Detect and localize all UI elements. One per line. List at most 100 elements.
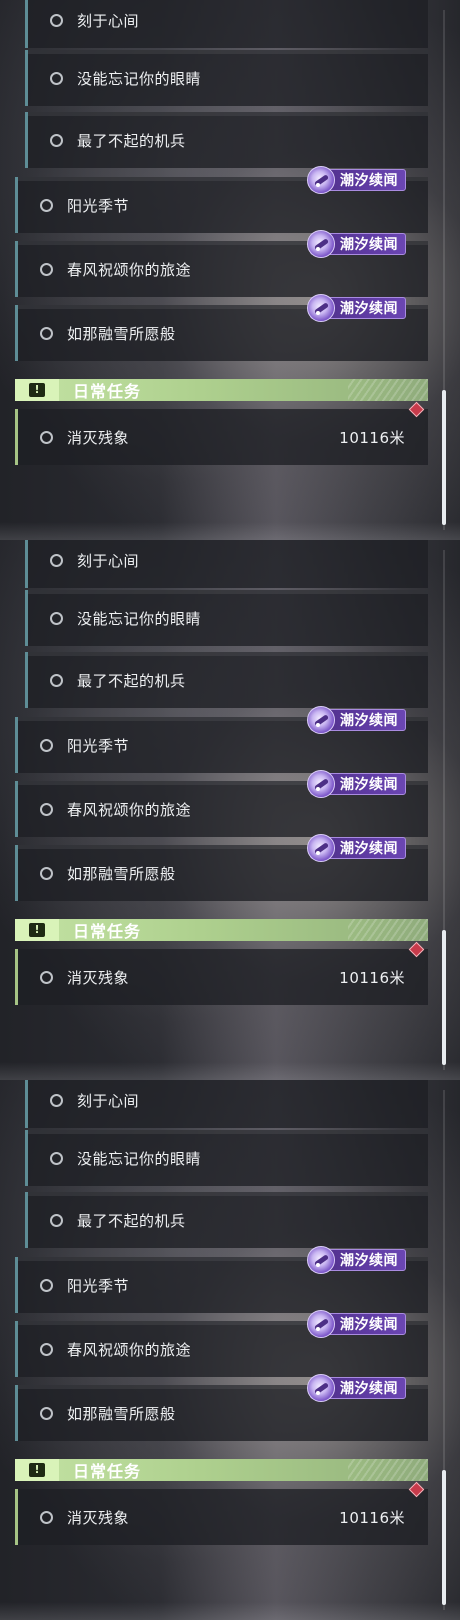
exclamation-icon: ! [29, 383, 45, 397]
daily-tasks-title: 日常任务 [73, 922, 142, 941]
event-badge-label: 潮汐续闻 [340, 237, 398, 253]
quest-status-circle-icon [50, 673, 63, 687]
quest-label: 最了不起的机兵 [77, 671, 186, 690]
quest-panel: 刻于心间 没能忘记你的眼睛 最了不起的机兵 阳光季节 潮汐续闻 春风祝颂你的旅途 潮汐续闻如… [0, 1080, 460, 1620]
quest-item[interactable]: 如那融雪所愿般 潮汐续闻 [15, 834, 428, 901]
exclamation-icon: ! [29, 923, 45, 937]
quest-item[interactable]: 阳光季节 潮汐续闻 [15, 166, 428, 233]
quest-status-circle-icon [40, 326, 53, 340]
quest-label: 阳光季节 [67, 1276, 130, 1295]
quest-status-circle-icon [50, 13, 63, 27]
tide-event-icon [307, 1310, 335, 1338]
map-marker-icon [408, 941, 425, 958]
quest-status-circle-icon [50, 71, 63, 85]
quest-item-divider [28, 590, 428, 594]
quest-item[interactable]: 没能忘记你的眼睛 [25, 1130, 428, 1186]
quest-status-circle-icon [40, 802, 53, 816]
event-badge[interactable]: 潮汐续闻 [307, 770, 406, 798]
quest-label: 春风祝颂你的旅途 [67, 1340, 192, 1359]
quest-status-circle-icon [40, 1278, 53, 1292]
quest-distance: 10116米 [339, 1509, 405, 1527]
quest-item[interactable]: 春风祝颂你的旅途 潮汐续闻 [15, 1310, 428, 1377]
quest-status-circle-icon [40, 1342, 53, 1356]
event-badge[interactable]: 潮汐续闻 [307, 834, 406, 862]
scrollbar-thumb[interactable] [442, 1470, 446, 1605]
daily-quest-item[interactable]: 消灭残象 10116米 [15, 1481, 428, 1545]
quest-status-circle-icon [40, 866, 53, 880]
daily-alert-box: ! [15, 379, 59, 401]
quest-status-circle-icon [50, 1213, 63, 1227]
daily-quest-label: 消灭残象 [67, 428, 130, 447]
event-badge[interactable]: 潮汐续闻 [307, 1246, 406, 1274]
quest-label: 最了不起的机兵 [77, 1211, 186, 1230]
event-badge[interactable]: 潮汐续闻 [307, 230, 406, 258]
daily-alert-box: ! [15, 919, 59, 941]
quest-label: 如那融雪所愿般 [67, 864, 176, 883]
quest-status-circle-icon [40, 1406, 53, 1420]
quest-status-circle-icon [40, 970, 53, 984]
quest-label: 刻于心间 [77, 551, 140, 570]
quest-status-circle-icon [50, 1151, 63, 1165]
tide-event-icon [307, 770, 335, 798]
quest-item[interactable]: 如那融雪所愿般 潮汐续闻 [15, 294, 428, 361]
quest-item[interactable]: 刻于心间 [25, 0, 428, 48]
event-badge-label: 潮汐续闻 [340, 1381, 398, 1397]
quest-item[interactable]: 没能忘记你的眼睛 [25, 50, 428, 106]
quest-panel: 刻于心间 没能忘记你的眼睛 最了不起的机兵 阳光季节 潮汐续闻 春风祝颂你的旅途 潮汐续闻如… [0, 540, 460, 1080]
event-badge-label: 潮汐续闻 [340, 1253, 398, 1269]
quest-label: 刻于心间 [77, 1091, 140, 1110]
quest-item[interactable]: 刻于心间 [25, 540, 428, 588]
tide-event-icon [307, 706, 335, 734]
daily-quest-item[interactable]: 消灭残象 10116米 [15, 941, 428, 1005]
quest-item[interactable]: 最了不起的机兵 [25, 1192, 428, 1248]
daily-tasks-header[interactable]: ! 日常任务 [15, 1459, 428, 1481]
quest-status-circle-icon [50, 1093, 63, 1107]
quest-status-circle-icon [40, 738, 53, 752]
quest-status-circle-icon [40, 198, 53, 212]
quest-item[interactable]: 刻于心间 [25, 1080, 428, 1128]
quest-label: 如那融雪所愿般 [67, 1404, 176, 1423]
scrollbar-thumb[interactable] [442, 930, 446, 1065]
tide-event-icon [307, 1374, 335, 1402]
quest-item[interactable]: 如那融雪所愿般 潮汐续闻 [15, 1374, 428, 1441]
quest-label: 阳光季节 [67, 736, 130, 755]
daily-tasks-title: 日常任务 [73, 382, 142, 401]
exclamation-icon: ! [29, 1463, 45, 1477]
quest-item-divider [28, 1130, 428, 1134]
quest-label: 没能忘记你的眼睛 [77, 69, 202, 88]
event-badge-label: 潮汐续闻 [340, 1317, 398, 1333]
daily-tasks-header[interactable]: ! 日常任务 [15, 919, 428, 941]
daily-quest-label: 消灭残象 [67, 1508, 130, 1527]
daily-quest-item[interactable]: 消灭残象 10116米 [15, 401, 428, 465]
daily-tasks-header[interactable]: ! 日常任务 [15, 379, 428, 401]
event-badge[interactable]: 潮汐续闻 [307, 294, 406, 322]
tide-event-icon [307, 1246, 335, 1274]
tide-event-icon [307, 294, 335, 322]
event-badge[interactable]: 潮汐续闻 [307, 1374, 406, 1402]
quest-item[interactable]: 阳光季节 潮汐续闻 [15, 1246, 428, 1313]
quest-item[interactable]: 阳光季节 潮汐续闻 [15, 706, 428, 773]
quest-status-circle-icon [50, 553, 63, 567]
event-badge[interactable]: 潮汐续闻 [307, 706, 406, 734]
quest-status-circle-icon [40, 430, 53, 444]
quest-item[interactable]: 最了不起的机兵 [25, 652, 428, 708]
quest-status-circle-icon [50, 611, 63, 625]
quest-item[interactable]: 春风祝颂你的旅途 潮汐续闻 [15, 230, 428, 297]
event-badge[interactable]: 潮汐续闻 [307, 1310, 406, 1338]
event-badge[interactable]: 潮汐续闻 [307, 166, 406, 194]
quest-item-divider [28, 112, 428, 116]
quest-status-circle-icon [50, 133, 63, 147]
quest-item[interactable]: 春风祝颂你的旅途 潮汐续闻 [15, 770, 428, 837]
quest-status-circle-icon [40, 1510, 53, 1524]
daily-quest-label: 消灭残象 [67, 968, 130, 987]
quest-item[interactable]: 最了不起的机兵 [25, 112, 428, 168]
quest-item-divider [28, 50, 428, 54]
scrollbar-thumb[interactable] [442, 390, 446, 525]
quest-item[interactable]: 没能忘记你的眼睛 [25, 590, 428, 646]
quest-label: 没能忘记你的眼睛 [77, 1149, 202, 1168]
event-badge-label: 潮汐续闻 [340, 777, 398, 793]
event-badge-label: 潮汐续闻 [340, 301, 398, 317]
quest-item-divider [28, 1192, 428, 1196]
quest-label: 没能忘记你的眼睛 [77, 609, 202, 628]
quest-label: 最了不起的机兵 [77, 131, 186, 150]
